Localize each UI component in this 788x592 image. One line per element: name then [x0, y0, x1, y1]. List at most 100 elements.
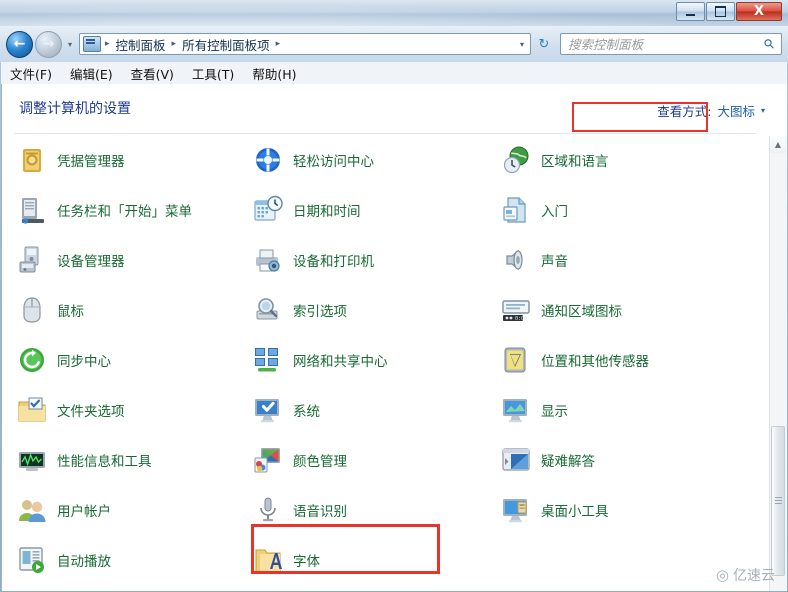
cloud-icon: ◎ — [715, 566, 729, 584]
device-manager-icon — [16, 244, 48, 276]
control-panel-item[interactable]: 自动播放 — [16, 539, 111, 581]
control-panel-item-label[interactable]: 声音 — [541, 250, 568, 270]
control-panel-item[interactable]: 性能信息和工具 — [16, 439, 152, 481]
close-icon: X — [753, 4, 765, 19]
control-panel-item-label[interactable]: 区域和语言 — [541, 150, 609, 170]
chevron-down-icon[interactable]: ▾ — [761, 106, 765, 115]
location-sensors-icon — [500, 344, 532, 376]
control-panel-item[interactable]: 任务栏和「开始」菜单 — [16, 189, 192, 231]
menu-item-view[interactable]: 查看(V) — [122, 62, 183, 85]
history-dropdown-button[interactable]: ▾ — [63, 40, 77, 49]
control-panel-item-label[interactable]: 文件夹选项 — [57, 400, 125, 420]
control-panel-item[interactable]: 系统 — [252, 389, 320, 431]
scroll-up-button[interactable]: ▲ — [770, 136, 786, 153]
control-panel-item[interactable]: 轻松访问中心 — [252, 139, 374, 181]
watermark-text: 亿速云 — [733, 568, 775, 584]
breadcrumb-item-all-items[interactable]: 所有控制面板项 — [180, 35, 272, 54]
control-panel-item-label[interactable]: 索引选项 — [293, 300, 347, 320]
header-divider — [14, 133, 756, 134]
control-panel-item[interactable]: 索引选项 — [252, 289, 347, 331]
view-by-label: 查看方式: — [657, 104, 712, 119]
control-panel-item-label[interactable]: 颜色管理 — [293, 450, 347, 470]
control-panel-item-label[interactable]: 桌面小工具 — [541, 500, 609, 520]
control-panel-item[interactable]: 疑难解答 — [500, 439, 595, 481]
control-panel-item[interactable]: 同步中心 — [16, 339, 111, 381]
maximize-button[interactable] — [706, 2, 735, 21]
address-dropdown-caret-icon[interactable]: ▾ — [520, 40, 530, 49]
minimize-icon — [677, 3, 704, 20]
control-panel-item-label[interactable]: 用户帐户 — [57, 500, 111, 520]
control-panel-item-label[interactable]: 日期和时间 — [293, 200, 361, 220]
vertical-scrollbar[interactable]: ▲ — [769, 136, 787, 591]
indexing-options-icon — [252, 294, 284, 326]
control-panel-item-label[interactable]: 设备和打印机 — [293, 250, 374, 270]
close-button[interactable]: X — [736, 2, 782, 21]
control-panel-item[interactable]: 入门 — [500, 189, 568, 231]
folder-options-icon — [16, 394, 48, 426]
control-panel-item-label[interactable]: 同步中心 — [57, 350, 111, 370]
back-arrow-icon: ← — [13, 36, 26, 52]
control-panel-item[interactable]: 语音识别 — [252, 489, 347, 531]
control-panel-item-label[interactable]: 字体 — [293, 550, 320, 570]
control-panel-item-label[interactable]: 网络和共享中心 — [293, 350, 388, 370]
control-panel-item[interactable]: 桌面小工具 — [500, 489, 609, 531]
minimize-button[interactable] — [676, 2, 705, 21]
control-panel-item-label[interactable]: 疑难解答 — [541, 450, 595, 470]
control-panel-item[interactable]: 0:00 通知区域图标 — [500, 289, 622, 331]
breadcrumb-item-control-panel[interactable]: 控制面板 — [114, 35, 168, 54]
refresh-button[interactable]: ↻ — [533, 33, 555, 55]
control-panel-item[interactable]: 设备和打印机 — [252, 239, 374, 281]
back-button[interactable]: ← — [6, 30, 33, 58]
control-panel-item-label[interactable]: 凭据管理器 — [57, 150, 125, 170]
getting-started-icon — [500, 194, 532, 226]
region-language-icon — [500, 144, 532, 176]
control-panel-item-label[interactable]: 入门 — [541, 200, 568, 220]
scrollbar-thumb[interactable] — [771, 426, 785, 576]
control-panel-item-label[interactable]: 设备管理器 — [57, 250, 125, 270]
view-by-value[interactable]: 大图标 — [717, 101, 755, 120]
control-panel-item[interactable]: 声音 — [500, 239, 568, 281]
control-panel-item-label[interactable]: 位置和其他传感器 — [541, 350, 649, 370]
control-panel-item[interactable]: 凭据管理器 — [16, 139, 125, 181]
devices-printers-icon — [252, 244, 284, 276]
control-panel-item-label[interactable]: 自动播放 — [57, 550, 111, 570]
view-by-control[interactable]: 查看方式: 大图标 ▾ — [657, 101, 765, 120]
control-panel-item-label[interactable]: 系统 — [293, 400, 320, 420]
control-panel-window: X ← → ▾ ▸ 控制面板 ▸ 所有控制面板项 ▸ ▾ ↻ 搜索控制面板 ⚲ … — [0, 0, 788, 592]
control-panel-item-label[interactable]: 通知区域图标 — [541, 300, 622, 320]
mouse-icon — [16, 294, 48, 326]
menu-item-help[interactable]: 帮助(H) — [243, 62, 305, 85]
control-panel-item[interactable]: 文件夹选项 — [16, 389, 125, 431]
control-panel-item[interactable]: 设备管理器 — [16, 239, 125, 281]
control-panel-item-label[interactable]: 鼠标 — [57, 300, 84, 320]
notification-area-icon: 0:00 — [500, 294, 532, 326]
control-panel-item[interactable]: 日期和时间 — [252, 189, 361, 231]
control-panel-item-label[interactable]: 轻松访问中心 — [293, 150, 374, 170]
forward-button[interactable]: → — [35, 30, 62, 58]
control-panel-item-label[interactable]: 任务栏和「开始」菜单 — [57, 200, 192, 220]
control-panel-item[interactable]: 位置和其他传感器 — [500, 339, 649, 381]
control-panel-item[interactable]: 显示 — [500, 389, 568, 431]
control-panel-item-label[interactable]: 语音识别 — [293, 500, 347, 520]
control-panel-item[interactable]: 网络和共享中心 — [252, 339, 388, 381]
performance-tools-icon — [16, 444, 48, 476]
forward-arrow-icon: → — [42, 36, 55, 52]
user-accounts-icon — [16, 494, 48, 526]
address-bar[interactable]: ▸ 控制面板 ▸ 所有控制面板项 ▸ ▾ — [79, 33, 531, 55]
menu-item-file[interactable]: 文件(F) — [1, 62, 61, 85]
control-panel-item-label[interactable]: 显示 — [541, 400, 568, 420]
control-panel-item[interactable]: 区域和语言 — [500, 139, 609, 181]
control-panel-item[interactable]: 鼠标 — [16, 289, 84, 331]
control-panel-item-label[interactable]: 性能信息和工具 — [57, 450, 152, 470]
control-panel-item[interactable]: 字体 — [252, 539, 320, 581]
control-panel-item[interactable]: 用户帐户 — [16, 489, 111, 531]
menu-item-edit[interactable]: 编辑(E) — [61, 62, 122, 85]
control-panel-item[interactable]: 颜色管理 — [252, 439, 347, 481]
search-input[interactable] — [566, 34, 766, 54]
menu-item-tools[interactable]: 工具(T) — [183, 62, 243, 85]
ease-of-access-icon — [252, 144, 284, 176]
date-time-icon — [252, 194, 284, 226]
credential-manager-icon — [16, 144, 48, 176]
autoplay-icon — [16, 544, 48, 576]
search-box[interactable]: ⚲ — [560, 33, 782, 55]
